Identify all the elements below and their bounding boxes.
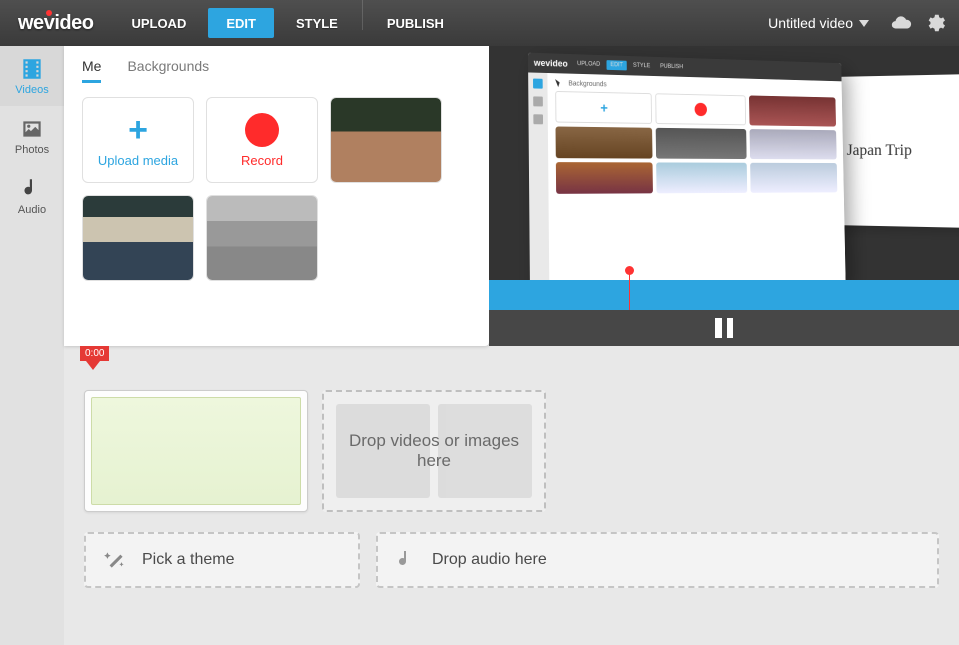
project-title-dropdown[interactable]: Untitled video	[758, 9, 879, 37]
project-title: Untitled video	[768, 15, 853, 31]
note-icon	[19, 176, 45, 202]
wand-icon	[102, 547, 128, 573]
mini-logo: wevideo	[534, 58, 568, 69]
film-icon	[19, 56, 45, 82]
logo[interactable]: wevideo	[0, 12, 111, 35]
thumb-image	[207, 196, 317, 280]
whiteboard-text: Japan Trip	[847, 142, 912, 160]
chevron-down-icon	[859, 20, 869, 27]
gear-icon[interactable]	[923, 11, 947, 35]
logo-dot-icon	[46, 10, 52, 16]
top-right: Untitled video	[758, 9, 959, 37]
content: Me Backgrounds + Upload media Record	[64, 46, 959, 645]
media-clip-thumbnail[interactable]	[206, 195, 318, 281]
clip-thumbnail	[91, 397, 301, 505]
nav-publish[interactable]: PUBLISH	[369, 8, 462, 38]
mini-nav-item: STYLE	[629, 61, 654, 71]
top-bar: wevideo UPLOAD EDIT STYLE PUBLISH Untitl…	[0, 0, 959, 46]
thumb-image	[83, 196, 193, 280]
cursor-icon	[555, 79, 563, 87]
nav-upload[interactable]: UPLOAD	[113, 8, 204, 38]
preview-controls	[489, 310, 959, 346]
sidebar-item-photos[interactable]: Photos	[0, 106, 64, 166]
media-clip-thumbnail[interactable]	[82, 195, 194, 281]
media-tab-backgrounds[interactable]: Backgrounds	[127, 58, 209, 83]
timeline: 0:00 Drop videos or images here Pick a t…	[64, 346, 959, 645]
thumb-image	[331, 98, 441, 182]
mini-record-icon	[695, 103, 707, 116]
nav-style[interactable]: STYLE	[278, 8, 356, 38]
main: Videos Photos Audio Me Backgrounds + Upl…	[0, 46, 959, 645]
pick-theme-button[interactable]: Pick a theme	[84, 532, 360, 588]
mini-plus-icon: +	[600, 100, 608, 116]
drop-media-zone[interactable]: Drop videos or images here	[322, 390, 546, 512]
primary-nav: UPLOAD EDIT STYLE PUBLISH	[111, 0, 463, 46]
logo-text-a: we	[18, 12, 44, 34]
note-icon	[394, 548, 418, 572]
timeline-lower: Pick a theme Drop audio here	[84, 532, 939, 588]
record-label: Record	[241, 153, 283, 168]
pick-theme-label: Pick a theme	[142, 551, 234, 569]
media-grid: + Upload media Record	[82, 97, 471, 281]
mini-nav-item: PUBLISH	[657, 62, 687, 72]
upload-label: Upload media	[98, 153, 178, 168]
drop-audio-zone[interactable]: Drop audio here	[376, 532, 939, 588]
record-button[interactable]: Record	[206, 97, 318, 183]
logo-text-c: ideo	[54, 12, 93, 34]
sidebar-label: Audio	[18, 204, 46, 216]
sidebar-label: Photos	[15, 144, 49, 156]
drop-media-label: Drop videos or images here	[342, 431, 526, 471]
preview-scrubber[interactable]	[489, 280, 959, 310]
playhead-time: 0:00	[80, 346, 109, 361]
cloud-icon[interactable]	[889, 11, 913, 35]
mini-nav-item: EDIT	[607, 60, 627, 70]
sidebar-item-audio[interactable]: Audio	[0, 166, 64, 226]
preview-panel: Japan Trip wevideo UPLOAD EDIT STYLE PUB…	[489, 46, 959, 346]
timeline-clip[interactable]	[84, 390, 308, 512]
media-panel: Me Backgrounds + Upload media Record	[64, 46, 489, 346]
mini-nav-item: UPLOAD	[573, 59, 604, 70]
mini-tab-label: Backgrounds	[568, 80, 606, 88]
playhead-marker-icon	[86, 361, 100, 370]
pause-button[interactable]	[715, 318, 733, 338]
sidebar-item-videos[interactable]: Videos	[0, 46, 64, 106]
nav-separator	[362, 0, 363, 30]
video-track[interactable]: Drop videos or images here	[84, 390, 939, 512]
upload-media-button[interactable]: + Upload media	[82, 97, 194, 183]
media-clip-thumbnail[interactable]	[330, 97, 442, 183]
plus-icon: +	[128, 113, 148, 147]
preview-mini-app: wevideo UPLOAD EDIT STYLE PUBLISH	[528, 53, 846, 298]
media-tab-me[interactable]: Me	[82, 58, 101, 83]
sidebar: Videos Photos Audio	[0, 46, 64, 645]
nav-edit[interactable]: EDIT	[208, 8, 274, 38]
media-tabs: Me Backgrounds	[82, 58, 471, 83]
drop-audio-label: Drop audio here	[432, 551, 547, 569]
record-icon	[245, 113, 279, 147]
photo-icon	[19, 116, 45, 142]
upper-area: Me Backgrounds + Upload media Record	[64, 46, 959, 346]
sidebar-label: Videos	[15, 84, 48, 96]
timeline-playhead[interactable]: 0:00	[80, 346, 109, 370]
